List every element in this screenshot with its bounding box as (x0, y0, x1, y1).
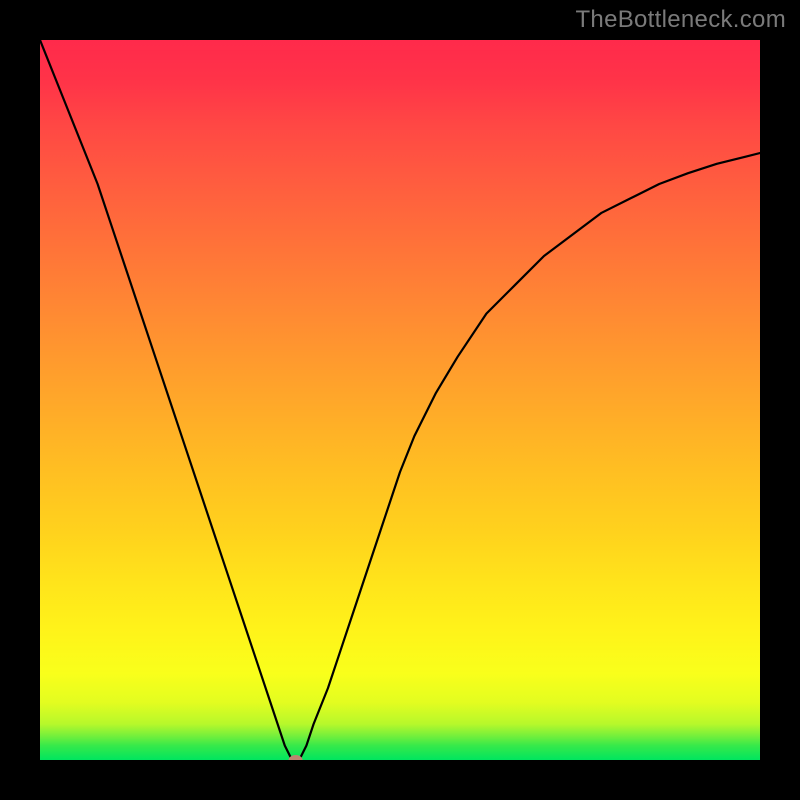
watermark-text: TheBottleneck.com (575, 6, 786, 34)
chart-frame: TheBottleneck.com (0, 0, 800, 800)
gradient-plot-area (40, 40, 760, 760)
